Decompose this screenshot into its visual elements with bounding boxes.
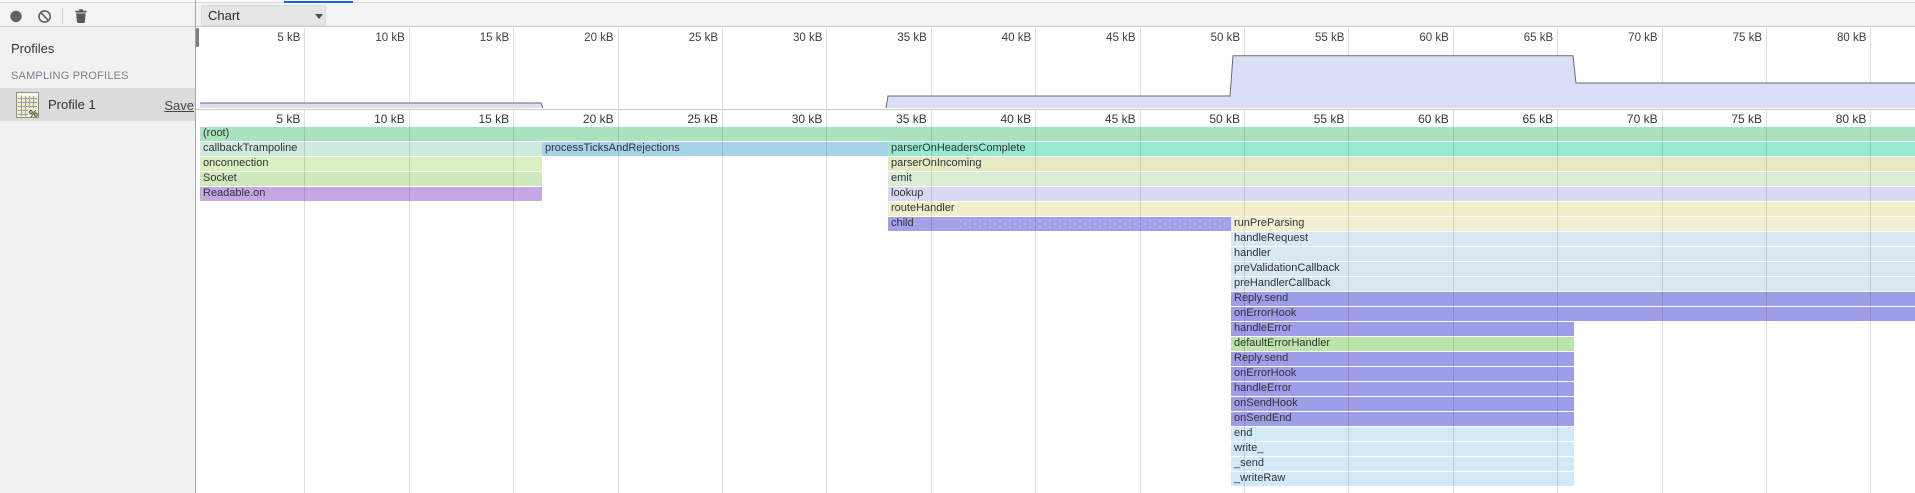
svg-text:%: %: [29, 109, 38, 119]
